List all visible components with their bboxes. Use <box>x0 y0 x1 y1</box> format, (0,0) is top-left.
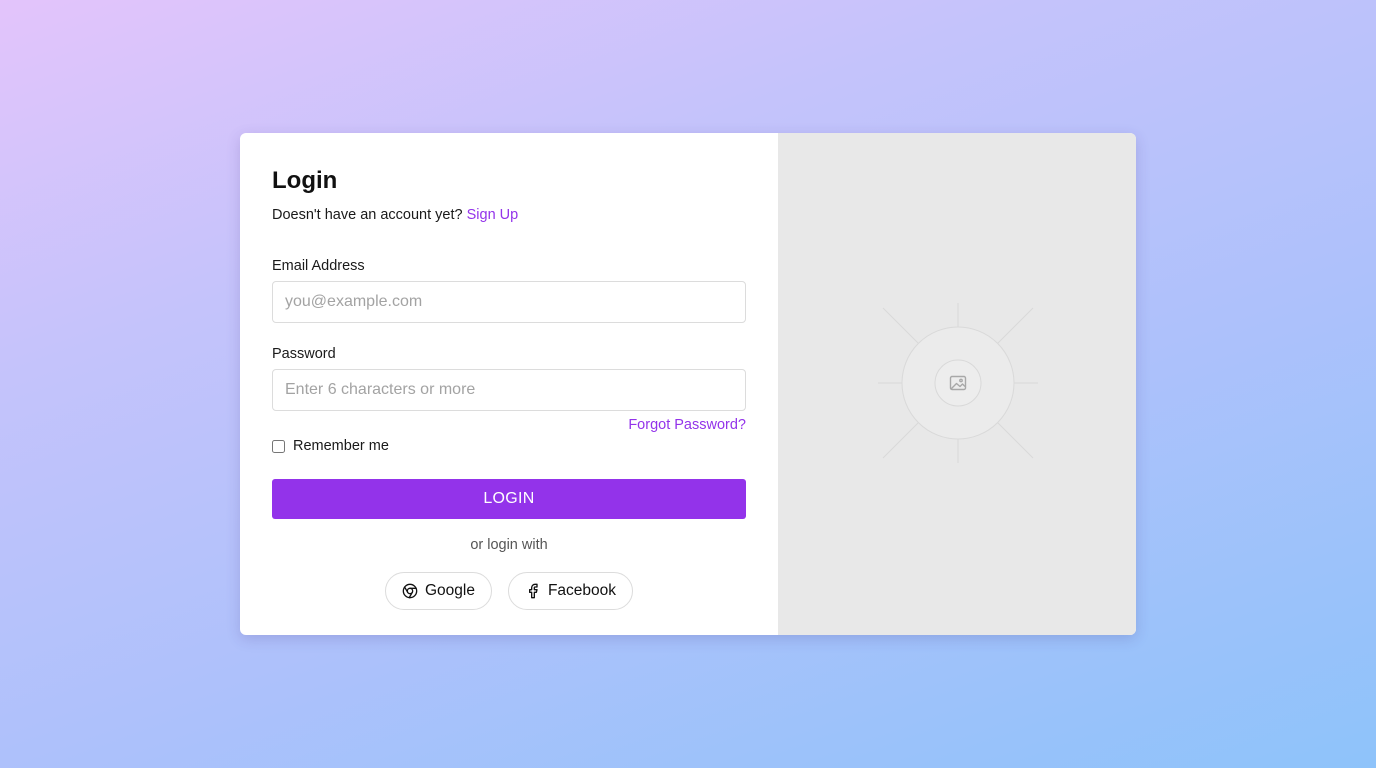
google-login-button[interactable]: Google <box>384 572 492 610</box>
image-panel <box>778 133 1136 635</box>
facebook-login-label: Facebook <box>547 582 617 599</box>
page-title: Login <box>272 167 338 194</box>
facebook-icon <box>525 583 541 599</box>
login-button[interactable]: LOGIN <box>272 479 746 519</box>
login-card: Login Doesn't have an account yet? Sign … <box>240 133 1136 635</box>
or-login-with: or login with <box>470 537 548 553</box>
social-login: Google Facebook <box>272 572 746 610</box>
password-field[interactable] <box>272 369 746 411</box>
remember-me[interactable]: Remember me <box>272 437 746 455</box>
remember-me-checkbox[interactable] <box>272 439 285 453</box>
login-form: Login Doesn't have an account yet? Sign … <box>240 133 778 635</box>
remember-me-label: Remember me <box>293 438 389 454</box>
forgot-password-link[interactable]: Forgot Password? <box>272 417 746 433</box>
signup-prompt-text: Doesn't have an account yet? <box>272 207 463 223</box>
facebook-login-button[interactable]: Facebook <box>507 572 634 610</box>
email-label: Email Address <box>272 258 365 274</box>
email-field[interactable] <box>272 281 746 323</box>
password-label: Password <box>272 346 336 362</box>
image-placeholder-icon <box>878 303 1038 463</box>
signup-prompt: Doesn't have an account yet? Sign Up <box>272 206 746 224</box>
google-login-label: Google <box>424 582 475 599</box>
signup-link[interactable]: Sign Up <box>467 207 519 223</box>
chrome-icon <box>402 583 418 599</box>
